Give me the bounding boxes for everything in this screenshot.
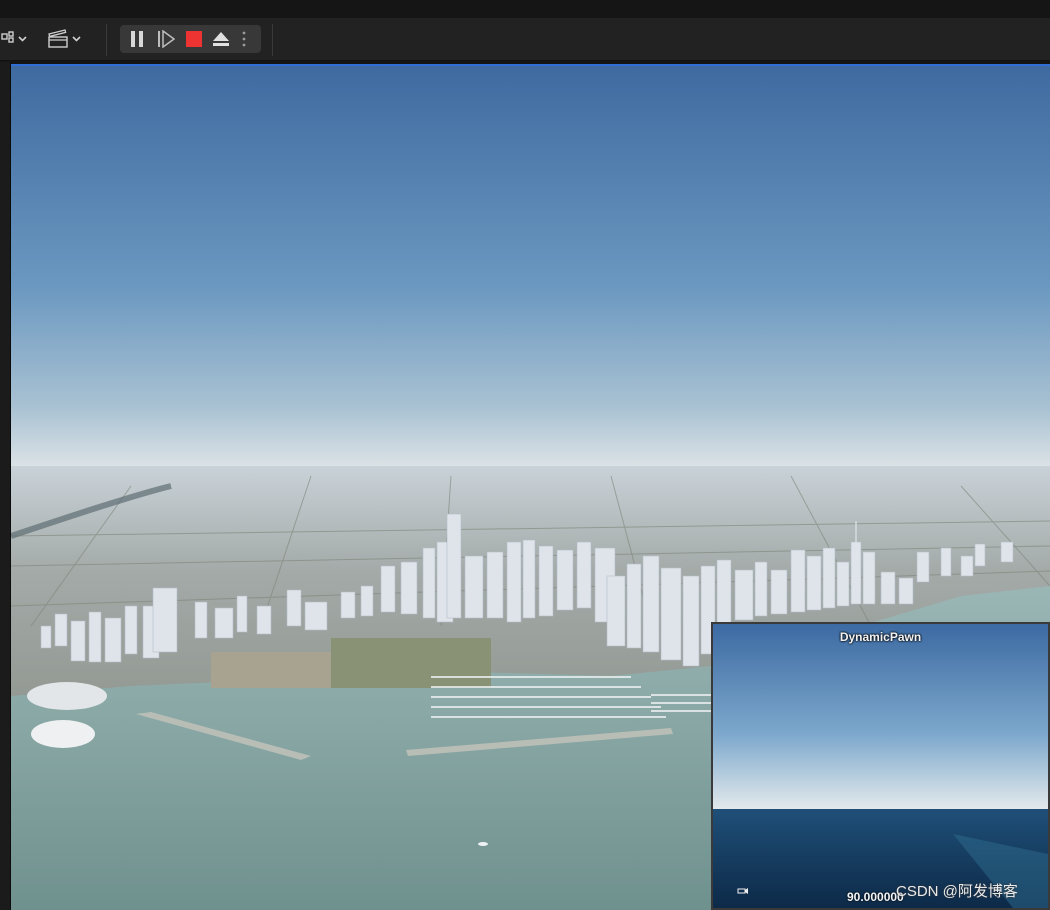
boat [478, 842, 488, 846]
sky [11, 66, 1050, 468]
viewport-toolbar [0, 18, 1050, 61]
stop-button[interactable] [183, 29, 205, 49]
clapperboard-icon [48, 29, 81, 48]
pause-button[interactable] [126, 29, 148, 49]
park [331, 638, 491, 688]
eject-button[interactable] [210, 29, 232, 49]
play-controls [120, 25, 261, 53]
watermark: CSDN @阿发博客 [896, 883, 1018, 900]
pip-sky [713, 624, 1048, 810]
cinematics-dropdown-button[interactable] [44, 26, 88, 52]
pip-preview-window[interactable]: DynamicPawn 90.000000 [711, 622, 1050, 910]
kebab-menu-icon [242, 31, 246, 47]
stadium [27, 682, 107, 710]
toolbar-divider [272, 24, 273, 56]
eject-icon [213, 32, 229, 46]
park [211, 652, 331, 688]
stadium [31, 720, 95, 748]
toolbar-divider [106, 24, 107, 56]
stop-icon [186, 31, 202, 47]
play-options-button[interactable] [238, 29, 250, 49]
frame-step-icon [158, 30, 175, 48]
title-strip [0, 0, 1050, 18]
pip-title: DynamicPawn [839, 630, 922, 644]
pip-scene [713, 624, 1048, 908]
layout-dropdown-button[interactable] [0, 26, 34, 52]
frame-step-button[interactable] [155, 29, 177, 49]
pause-icon [131, 31, 143, 47]
camera-marker-icon [737, 888, 748, 894]
viewport-layout-icon [1, 31, 27, 43]
left-panel-edge [0, 62, 11, 910]
